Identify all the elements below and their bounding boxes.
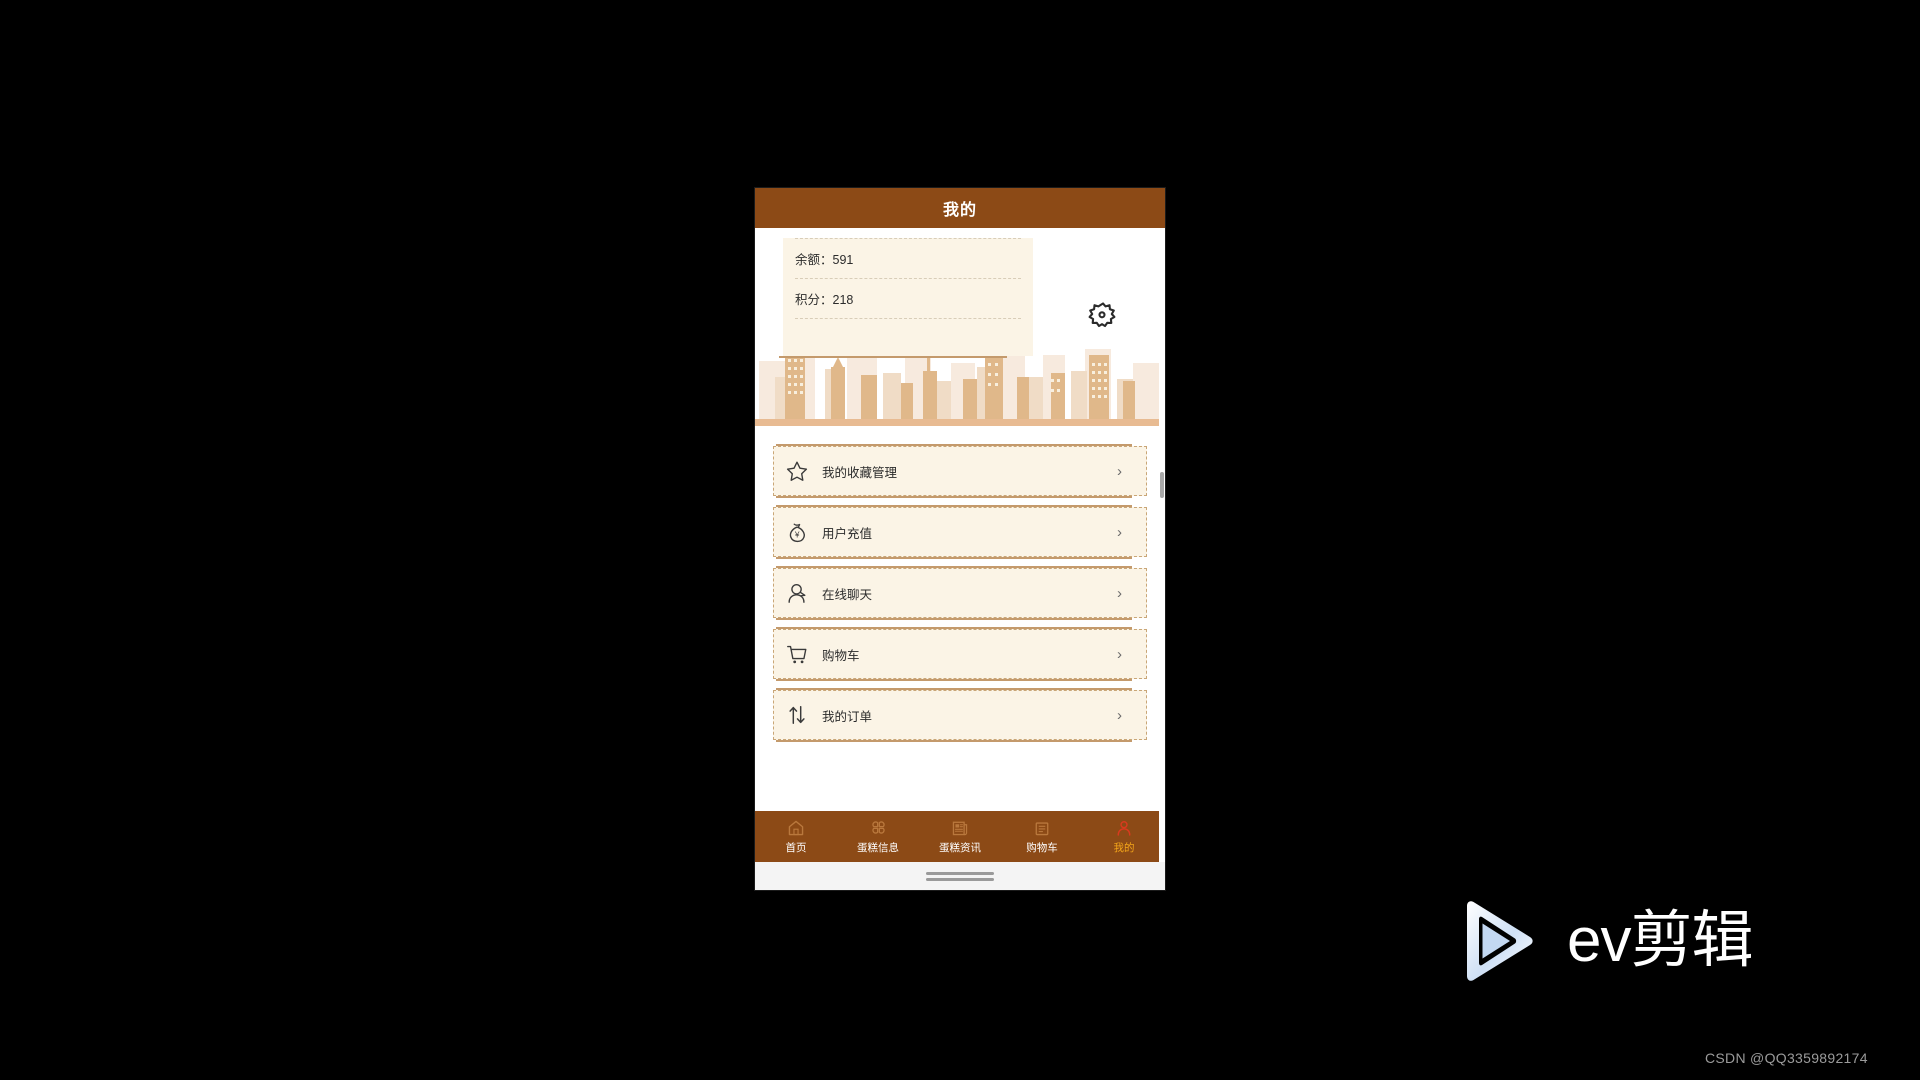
menu-item-favorites[interactable]: 我的收藏管理 › — [773, 444, 1147, 498]
svg-text:¥: ¥ — [794, 530, 800, 540]
shopping-cart-icon — [784, 641, 810, 667]
money-bag-icon: ¥ — [784, 519, 810, 545]
tab-mine[interactable]: 我的 — [1083, 811, 1165, 862]
tab-label: 蛋糕资讯 — [939, 842, 981, 854]
chevron-right-icon: › — [1117, 523, 1122, 541]
ev-watermark: ev剪辑 — [1455, 898, 1753, 984]
home-indicator[interactable] — [926, 871, 994, 881]
grid-flower-icon — [869, 818, 888, 837]
stat-row-spacer — [795, 319, 1021, 358]
phone-device-frame: 我的 余额：591 积分：218 我的收藏管理 › ¥ 用户充值 › 在线聊天 … — [755, 188, 1165, 890]
tab-label: 我的 — [1113, 842, 1135, 854]
points-text: 积分：218 — [795, 293, 854, 307]
page-title: 我的 — [942, 202, 977, 219]
settings-button[interactable] — [1083, 296, 1123, 336]
app-header: 我的 — [755, 188, 1165, 228]
balance-text: 余额：591 — [795, 253, 854, 267]
home-icon — [787, 818, 805, 837]
tab-cake-news[interactable]: 蛋糕资讯 — [919, 811, 1001, 862]
stat-row-balance: 余额：591 — [795, 238, 1021, 279]
menu-item-label: 在线聊天 — [822, 587, 873, 602]
vertical-scrollbar[interactable] — [1159, 228, 1165, 862]
chevron-right-icon: › — [1117, 584, 1122, 602]
menu-item-online-chat[interactable]: 在线聊天 › — [773, 566, 1147, 620]
gear-icon — [1088, 302, 1116, 328]
chevron-right-icon: › — [1117, 706, 1122, 724]
cart-icon — [1033, 818, 1051, 837]
csdn-credit: CSDN @QQ3359892174 — [1705, 1050, 1868, 1066]
menu-item-recharge[interactable]: ¥ 用户充值 › — [773, 505, 1147, 559]
stat-row-points: 积分：218 — [795, 279, 1021, 319]
tab-home[interactable]: 首页 — [755, 811, 837, 862]
star-icon — [784, 458, 810, 484]
profile-section: 余额：591 积分：218 — [755, 228, 1165, 428]
chevron-right-icon: › — [1117, 645, 1122, 663]
scrollbar-thumb[interactable] — [1160, 472, 1164, 498]
menu-item-label: 我的收藏管理 — [822, 465, 898, 480]
home-bar-top — [926, 871, 994, 875]
menu-item-label: 用户充值 — [822, 526, 873, 541]
play-triangle-icon — [1467, 901, 1533, 981]
menu-item-label: 购物车 — [822, 648, 860, 663]
person-icon — [1115, 818, 1133, 837]
user-chat-icon — [784, 580, 810, 606]
chevron-right-icon: › — [1117, 462, 1122, 480]
tab-label: 蛋糕信息 — [857, 842, 899, 854]
news-icon — [951, 818, 969, 837]
menu-item-my-orders[interactable]: 我的订单 › — [773, 688, 1147, 742]
account-stats-card: 余额：591 积分：218 — [783, 238, 1033, 356]
tab-label: 首页 — [785, 842, 807, 854]
tab-cart[interactable]: 购物车 — [1001, 811, 1083, 862]
menu-item-shopping-cart[interactable]: 购物车 › — [773, 627, 1147, 681]
menu-item-label: 我的订单 — [822, 709, 873, 724]
transfer-arrows-icon — [784, 702, 810, 728]
tab-label: 购物车 — [1026, 842, 1058, 854]
watermark-text: ev剪辑 — [1567, 906, 1753, 975]
home-bar-bottom — [926, 877, 994, 881]
screen-root: 我的 余额：591 积分：218 我的收藏管理 › ¥ 用户充值 › 在线聊天 … — [0, 0, 1920, 1080]
menu-list: 我的收藏管理 › ¥ 用户充值 › 在线聊天 › 购物车 › 我的订单 › — [755, 428, 1165, 742]
home-indicator-strip — [755, 862, 1165, 890]
tab-cake-info[interactable]: 蛋糕信息 — [837, 811, 919, 862]
bottom-tab-bar: 首页 蛋糕信息 蛋糕资讯 购物车 我的 — [755, 811, 1165, 862]
